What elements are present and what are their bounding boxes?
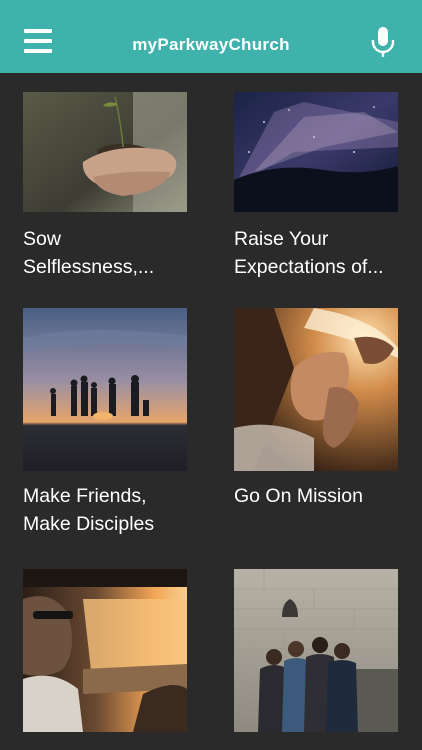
list-item-feed-5[interactable] xyxy=(23,569,187,750)
caption-line-2: Expectations of... xyxy=(234,256,384,278)
caption-line-1: Sow xyxy=(23,228,61,250)
thumbnail-image xyxy=(234,308,398,471)
list-item-raise-your-expectations[interactable]: Raise Your Expectations of... xyxy=(234,92,398,282)
item-caption: Make Friends, Make Disciples xyxy=(23,482,191,538)
item-caption: Raise Your Expectations of... xyxy=(234,225,402,281)
app-bar: myParkwayChurch xyxy=(0,0,422,73)
microphone-icon[interactable] xyxy=(370,26,396,58)
item-caption: Sow Selflessness,... xyxy=(23,225,191,281)
thumbnail-image xyxy=(234,92,398,212)
list-item-make-friends[interactable]: Make Friends, Make Disciples xyxy=(23,308,187,538)
caption-line-1: Raise Your xyxy=(234,228,329,250)
thumbnail-image xyxy=(234,569,398,732)
thumbnail-image xyxy=(23,308,187,471)
item-caption: Go On Mission xyxy=(234,482,402,510)
thumbnail-image xyxy=(23,569,187,732)
caption-line-1: Go On Mission xyxy=(234,485,363,507)
list-item-feed-6[interactable] xyxy=(234,569,398,750)
caption-line-2: Selflessness,... xyxy=(23,256,155,278)
list-item-sow-selflessness[interactable]: Sow Selflessness,... xyxy=(23,92,187,282)
app-title: myParkwayChurch xyxy=(132,35,290,54)
caption-line-2: Make Disciples xyxy=(23,513,155,535)
caption-line-1: Make Friends, xyxy=(23,485,147,507)
thumbnail-image xyxy=(23,92,187,212)
list-item-go-on-mission[interactable]: Go On Mission xyxy=(234,308,398,538)
